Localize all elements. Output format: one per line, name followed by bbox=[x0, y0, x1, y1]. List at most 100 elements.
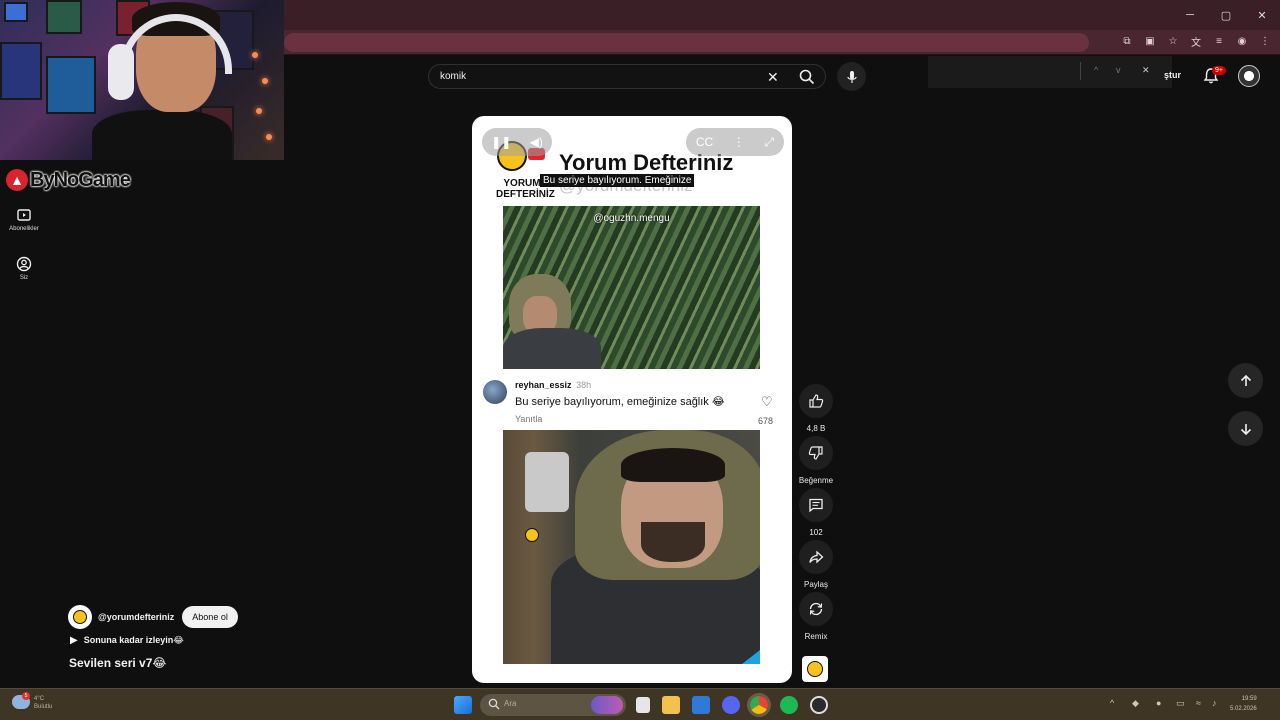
account-icon bbox=[16, 256, 32, 272]
taskbar-search[interactable]: Ara bbox=[480, 694, 626, 716]
sidebar-item-you[interactable]: Siz bbox=[0, 256, 48, 281]
chrome-icon[interactable] bbox=[747, 693, 771, 717]
like-action[interactable]: 4,8 B bbox=[796, 384, 836, 433]
channel-thumbnail[interactable] bbox=[802, 656, 828, 682]
spotify-icon[interactable] bbox=[780, 696, 798, 714]
previous-video-button[interactable] bbox=[1228, 363, 1263, 398]
dislike-icon bbox=[808, 446, 823, 460]
weather-temperature: 4°C bbox=[34, 696, 45, 702]
playback-controls: ❚❚ ◀) bbox=[482, 128, 552, 156]
streaming-app-icon[interactable] bbox=[810, 696, 828, 714]
like-icon bbox=[809, 394, 824, 408]
tray-overflow-icon[interactable]: ^ bbox=[1110, 698, 1114, 708]
streamer-logo-mark: ▲ bbox=[6, 169, 28, 191]
channel-avatar[interactable] bbox=[68, 605, 92, 629]
sidebar-item-label: Siz bbox=[19, 275, 29, 281]
create-button[interactable]: ştur bbox=[1164, 70, 1181, 80]
background-person bbox=[525, 452, 569, 512]
tray-app-icon[interactable]: ▭ bbox=[1176, 698, 1185, 709]
webcam-overlay bbox=[0, 0, 284, 160]
video-clip-bottom bbox=[503, 430, 760, 664]
dislike-label: Beğenme bbox=[798, 476, 834, 485]
find-close-button[interactable]: ✕ bbox=[1142, 65, 1150, 76]
maximize-button[interactable]: ▢ bbox=[1208, 0, 1244, 30]
sidebar-item-subscriptions[interactable]: Abonelikler bbox=[0, 207, 48, 232]
profile-icon[interactable]: ◉ bbox=[1235, 34, 1249, 48]
microphone-icon bbox=[846, 70, 857, 83]
share-icon bbox=[809, 550, 824, 564]
tray-app-icon[interactable]: ● bbox=[1156, 698, 1161, 708]
clock-date: 5.02.2026 bbox=[1230, 706, 1257, 712]
cast-icon[interactable]: ⧉ bbox=[1120, 34, 1134, 48]
share-action[interactable]: Paylaş bbox=[796, 540, 836, 589]
captions-icon[interactable]: CC bbox=[696, 135, 713, 149]
volume-icon[interactable]: ◀) bbox=[530, 135, 543, 149]
commenter-avatar bbox=[483, 380, 507, 404]
menu-kebab-icon[interactable]: ⋮ bbox=[1258, 34, 1272, 48]
more-options-icon[interactable]: ⋮ bbox=[733, 135, 745, 149]
find-next-button[interactable]: v bbox=[1116, 65, 1121, 75]
dislike-button[interactable] bbox=[799, 436, 833, 470]
tray-app-icon[interactable]: ◆ bbox=[1132, 698, 1139, 709]
like-button[interactable] bbox=[799, 384, 833, 418]
clip-creator-handle: @oguzhn.mengu bbox=[593, 213, 670, 224]
share-button[interactable] bbox=[799, 540, 833, 574]
extension-icon[interactable]: ▣ bbox=[1143, 34, 1157, 48]
minimize-button[interactable]: ─ bbox=[1172, 0, 1208, 30]
find-previous-button[interactable]: ^ bbox=[1094, 65, 1098, 75]
channel-name[interactable]: @yorumdefteriniz bbox=[98, 612, 174, 622]
play-sound-icon: ▶ bbox=[70, 635, 78, 646]
streamer-logo-text: ByNoGame bbox=[30, 168, 131, 191]
share-label: Paylaş bbox=[803, 580, 828, 589]
wall-poster bbox=[46, 0, 82, 34]
close-window-button[interactable]: ✕ bbox=[1244, 0, 1280, 30]
fullscreen-icon[interactable]: ⤢ bbox=[765, 135, 775, 150]
channel-logo-line2: DEFTERİNİZ bbox=[496, 189, 555, 200]
heart-icon: ♡ bbox=[761, 394, 773, 409]
store-icon[interactable] bbox=[692, 696, 710, 714]
subscribe-button[interactable]: Abone ol bbox=[182, 606, 238, 628]
find-in-page-bar: ^ v ✕ bbox=[928, 56, 1172, 88]
wall-poster bbox=[0, 42, 42, 100]
browser-extension-icons: ⧉ ▣ ☆ 文 ≡ ◉ ⋮ bbox=[1120, 34, 1272, 49]
player-options: CC ⋮ ⤢ bbox=[686, 128, 784, 156]
comments-button[interactable] bbox=[799, 488, 833, 522]
discord-icon[interactable] bbox=[722, 696, 740, 714]
system-clock[interactable]: 19:59 5.02.2026 bbox=[1230, 694, 1257, 714]
wifi-icon[interactable]: ≈ bbox=[1196, 698, 1201, 708]
wall-poster bbox=[4, 2, 28, 22]
windows-start-icon[interactable] bbox=[454, 696, 472, 714]
bookmark-star-icon[interactable]: ☆ bbox=[1166, 34, 1180, 48]
file-explorer-icon[interactable] bbox=[662, 696, 680, 714]
search-button[interactable] bbox=[788, 64, 826, 89]
volume-tray-icon[interactable]: ♪ bbox=[1212, 698, 1217, 708]
dislike-action[interactable]: Beğenme bbox=[796, 436, 836, 485]
pause-icon[interactable]: ❚❚ bbox=[491, 135, 511, 149]
search-value: komik bbox=[440, 71, 467, 82]
comment-time: 38h bbox=[576, 380, 592, 390]
task-view-icon[interactable] bbox=[636, 697, 650, 713]
search-highlight-art bbox=[591, 696, 623, 714]
channel-thumbnail-logo bbox=[807, 661, 823, 677]
remix-action[interactable]: Remix bbox=[796, 592, 836, 641]
account-avatar[interactable] bbox=[1238, 65, 1260, 87]
window-controls: ─ ▢ ✕ bbox=[1172, 0, 1280, 30]
weather-widget[interactable]: 4°C Bulutlu bbox=[34, 695, 52, 711]
light-bulb bbox=[266, 134, 272, 140]
clear-search-icon[interactable]: ✕ bbox=[767, 69, 779, 86]
person-beard bbox=[641, 522, 705, 562]
light-bulb bbox=[262, 78, 268, 84]
sound-row[interactable]: ▶ Sonuna kadar izleyin😂 bbox=[70, 635, 184, 646]
comment-count: 102 bbox=[809, 528, 823, 537]
search-input[interactable]: komik ✕ bbox=[428, 64, 826, 89]
translate-icon[interactable]: 文 bbox=[1189, 34, 1203, 49]
media-icon[interactable]: ≡ bbox=[1212, 34, 1226, 48]
comment-action[interactable]: 102 bbox=[796, 488, 836, 537]
remix-button[interactable] bbox=[799, 592, 833, 626]
address-bar[interactable] bbox=[284, 33, 1089, 52]
streamer-logo: ▲ ByNoGame bbox=[6, 168, 131, 192]
next-video-button[interactable] bbox=[1228, 411, 1263, 446]
sound-name: Sonuna kadar izleyin😂 bbox=[83, 635, 184, 645]
shorts-player[interactable]: YORUM DEFTERİNİZ Yorum Defteriniz @yorum… bbox=[472, 116, 792, 683]
voice-search-button[interactable] bbox=[837, 62, 866, 91]
